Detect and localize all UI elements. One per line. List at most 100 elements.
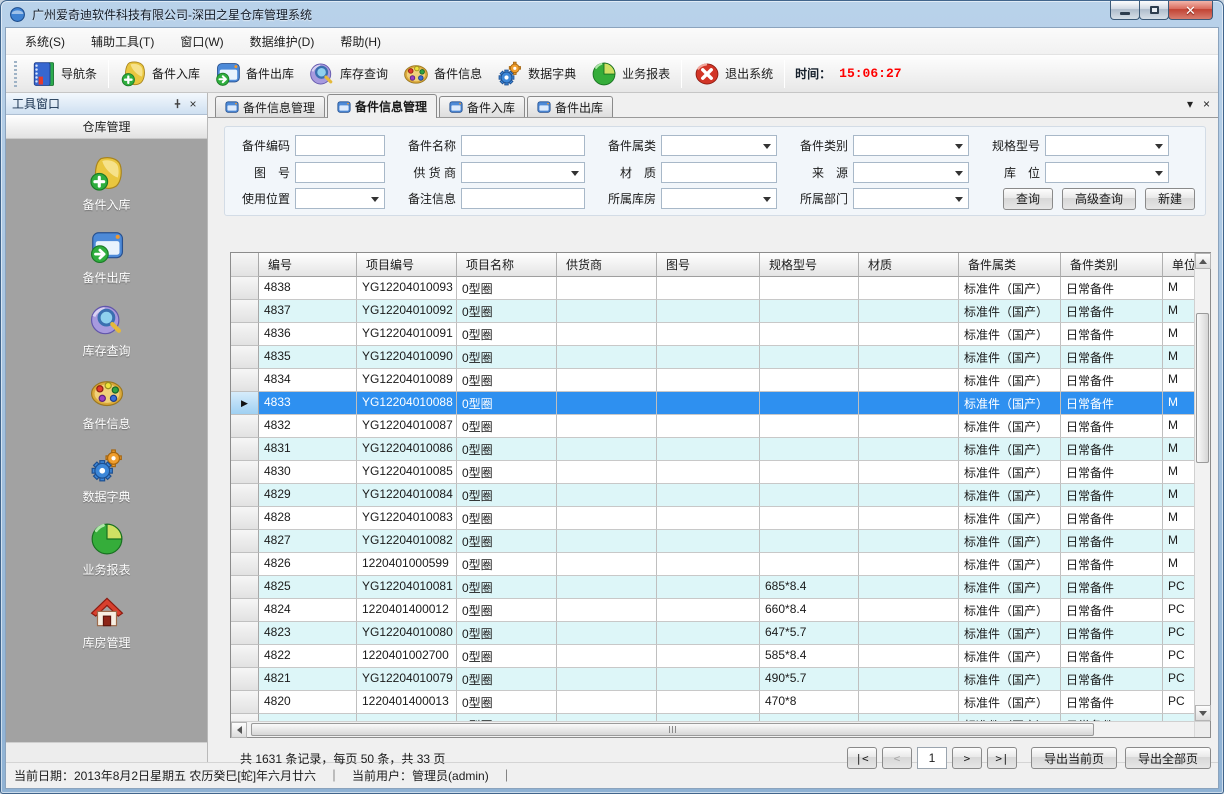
row-selector[interactable] xyxy=(231,461,259,484)
sidebar-item-parts-inbound[interactable]: 备件入库 xyxy=(47,155,167,213)
table-row[interactable]: 4829YG122040100840型圈标准件（国产）日常备件M xyxy=(231,484,1194,507)
tab-parts-info-mgmt-1[interactable]: 备件信息管理 xyxy=(215,96,325,117)
table-row[interactable]: 4831YG122040100860型圈标准件（国产）日常备件M xyxy=(231,438,1194,461)
advanced-query-button[interactable]: 高级查询 xyxy=(1062,188,1136,210)
row-selector[interactable] xyxy=(231,576,259,599)
sidebar-item-report[interactable]: 业务报表 xyxy=(47,520,167,578)
row-selector[interactable] xyxy=(231,484,259,507)
column-header[interactable]: 规格型号 xyxy=(760,253,859,277)
table-row[interactable]: 482412204014000120型圈660*8.4标准件（国产）日常备件PC xyxy=(231,599,1194,622)
table-row[interactable]: 4821YG122040100790型圈490*5.7标准件（国产）日常备件PC xyxy=(231,668,1194,691)
column-header[interactable]: 材质 xyxy=(859,253,959,277)
row-selector[interactable] xyxy=(231,438,259,461)
export-current-page-button[interactable]: 导出当前页 xyxy=(1031,747,1117,769)
toolbar-parts-info-button[interactable]: 备件信息 xyxy=(395,57,489,91)
form-field-input[interactable] xyxy=(295,135,385,156)
form-field-select[interactable] xyxy=(661,188,777,209)
row-selector[interactable] xyxy=(231,323,259,346)
table-row[interactable]: 4827YG122040100820型圈标准件（国产）日常备件M xyxy=(231,530,1194,553)
sidebar-item-warehouse-mgmt[interactable]: 库房管理 xyxy=(47,593,167,651)
column-header[interactable]: 单位 xyxy=(1163,253,1194,277)
new-button[interactable]: 新建 xyxy=(1145,188,1195,210)
form-field-input[interactable] xyxy=(661,162,777,183)
export-all-pages-button[interactable]: 导出全部页 xyxy=(1125,747,1211,769)
toolbar-data-dict-button[interactable]: 数据字典 xyxy=(489,57,583,91)
table-row[interactable]: 4837YG122040100920型圈标准件（国产）日常备件M xyxy=(231,300,1194,323)
row-selector[interactable] xyxy=(231,369,259,392)
toolbar-grip[interactable] xyxy=(14,61,17,87)
prev-page-button[interactable]: < xyxy=(882,747,912,769)
toolbar-parts-inbound-button[interactable]: 备件入库 xyxy=(113,57,207,91)
row-selector[interactable] xyxy=(231,415,259,438)
sidebar-item-data-dict[interactable]: 数据字典 xyxy=(47,447,167,505)
page-number-input[interactable]: 1 xyxy=(917,747,947,769)
table-row[interactable]: 4823YG122040100800型圈647*5.7标准件（国产）日常备件PC xyxy=(231,622,1194,645)
row-selector[interactable] xyxy=(231,714,259,721)
menu-item-data-maintain[interactable]: 数据维护(D) xyxy=(237,29,328,54)
menu-item-system[interactable]: 系统(S) xyxy=(12,29,78,54)
close-button[interactable]: ✕ xyxy=(1168,1,1213,20)
row-selector[interactable] xyxy=(231,507,259,530)
row-selector[interactable] xyxy=(231,300,259,323)
table-row[interactable]: 482612204010005990型圈标准件（国产）日常备件M xyxy=(231,553,1194,576)
form-field-select[interactable] xyxy=(661,135,777,156)
sidebar-item-parts-outbound[interactable]: 备件出库 xyxy=(47,228,167,286)
row-selector[interactable] xyxy=(231,277,259,300)
column-header[interactable]: 备件属类 xyxy=(959,253,1061,277)
horizontal-scrollbar[interactable] xyxy=(231,722,1194,737)
scroll-up-icon[interactable] xyxy=(1195,253,1211,269)
scroll-down-icon[interactable] xyxy=(1195,705,1211,721)
column-header[interactable]: 项目名称 xyxy=(457,253,557,277)
form-field-input[interactable] xyxy=(295,162,385,183)
form-field-input[interactable] xyxy=(461,135,585,156)
form-field-input[interactable] xyxy=(461,188,585,209)
menu-item-help[interactable]: 帮助(H) xyxy=(327,29,394,54)
table-row[interactable]: 4832YG122040100870型圈标准件（国产）日常备件M xyxy=(231,415,1194,438)
row-selector[interactable] xyxy=(231,553,259,576)
row-selector[interactable] xyxy=(231,668,259,691)
vertical-scroll-thumb[interactable] xyxy=(1196,313,1209,463)
minimize-button[interactable] xyxy=(1110,1,1140,20)
table-row[interactable]: 482212204010027000型圈585*8.4标准件（国产）日常备件PC xyxy=(231,645,1194,668)
maximize-button[interactable] xyxy=(1139,1,1169,20)
form-field-select[interactable] xyxy=(1045,135,1169,156)
column-header[interactable]: 供货商 xyxy=(557,253,657,277)
form-field-select[interactable] xyxy=(1045,162,1169,183)
form-field-select[interactable] xyxy=(853,188,969,209)
chevron-down-icon[interactable]: ▾ xyxy=(1187,97,1193,111)
table-row[interactable]: 0型圈标准件（国产）日常备件 xyxy=(231,714,1194,721)
next-page-button[interactable]: > xyxy=(952,747,982,769)
table-row[interactable]: 4836YG122040100910型圈标准件（国产）日常备件M xyxy=(231,323,1194,346)
scroll-left-icon[interactable] xyxy=(231,722,247,738)
first-page-button[interactable]: |< xyxy=(847,747,877,769)
sidebar-group-header[interactable]: 仓库管理 xyxy=(6,115,207,139)
table-row[interactable]: 4838YG122040100930型圈标准件（国产）日常备件M xyxy=(231,277,1194,300)
table-row[interactable]: 4830YG122040100850型圈标准件（国产）日常备件M xyxy=(231,461,1194,484)
menu-item-aux-tools[interactable]: 辅助工具(T) xyxy=(78,29,167,54)
column-header[interactable]: 项目编号 xyxy=(357,253,457,277)
tab-close-icon[interactable]: × xyxy=(1203,97,1210,111)
form-field-select[interactable] xyxy=(295,188,385,209)
toolbar-parts-outbound-button[interactable]: 备件出库 xyxy=(207,57,301,91)
toolbar-navbar-button[interactable]: 导航条 xyxy=(22,57,104,91)
column-header[interactable]: 备件类别 xyxy=(1061,253,1163,277)
table-row[interactable]: 482012204014000130型圈470*8标准件（国产）日常备件PC xyxy=(231,691,1194,714)
horizontal-scroll-thumb[interactable] xyxy=(251,723,1094,736)
toolbar-stock-query-button[interactable]: 库存查询 xyxy=(301,57,395,91)
table-row[interactable]: 4835YG122040100900型圈标准件（国产）日常备件M xyxy=(231,346,1194,369)
row-selector[interactable] xyxy=(231,346,259,369)
form-field-select[interactable] xyxy=(461,162,585,183)
form-field-select[interactable] xyxy=(853,162,969,183)
table-row[interactable]: 4828YG122040100830型圈标准件（国产）日常备件M xyxy=(231,507,1194,530)
toolbar-report-button[interactable]: 业务报表 xyxy=(583,57,677,91)
column-header[interactable]: 编号 xyxy=(259,253,357,277)
row-selector[interactable] xyxy=(231,599,259,622)
panel-close-icon[interactable]: × xyxy=(185,96,201,112)
vertical-scrollbar[interactable] xyxy=(1194,253,1210,721)
menu-item-window[interactable]: 窗口(W) xyxy=(167,29,236,54)
row-selector[interactable] xyxy=(231,645,259,668)
row-selector[interactable]: ▶ xyxy=(231,392,259,415)
query-button[interactable]: 查询 xyxy=(1003,188,1053,210)
table-row[interactable]: 4825YG122040100810型圈685*8.4标准件（国产）日常备件PC xyxy=(231,576,1194,599)
row-selector[interactable] xyxy=(231,691,259,714)
